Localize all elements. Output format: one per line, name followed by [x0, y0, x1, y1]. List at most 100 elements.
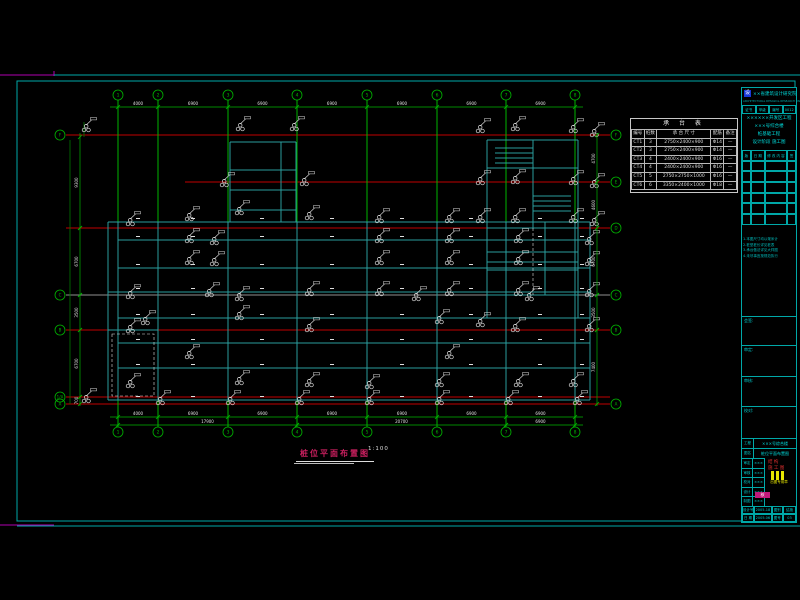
beam-tag-mark [330, 364, 334, 365]
axis-bubble-label: B [59, 328, 62, 333]
dim-text: 20700 [395, 419, 408, 424]
pile-label-box [91, 118, 97, 120]
revision-row [742, 214, 796, 225]
pile-leader [214, 254, 219, 259]
pile-symbol [476, 313, 490, 327]
pile-label-box [454, 282, 460, 284]
pile-symbol [185, 345, 199, 359]
axis-bubble-label: 4 [296, 430, 299, 436]
pile-circle [417, 297, 421, 301]
pile-label-box [384, 251, 390, 253]
pile-label-box [444, 391, 450, 393]
pile-circle [440, 383, 444, 387]
pile-leader [304, 174, 309, 179]
pile-circle [240, 211, 244, 215]
pile-symbol [445, 229, 459, 243]
pile-leader [515, 119, 520, 124]
axis-bubble-label: F [59, 133, 62, 138]
revision-row: 版日 期修 改 内 容签名 [742, 150, 796, 161]
drawing-title: 桩位平面布置图 1:100 [296, 441, 374, 464]
axis-bubble-label: D [614, 226, 617, 231]
pile-leader [573, 375, 578, 380]
pile-leader [480, 121, 485, 126]
pile-symbol [185, 229, 199, 243]
revision-cell [765, 182, 787, 193]
pile-leader [449, 284, 454, 289]
pile-circle [585, 262, 589, 266]
drawing-title-rule [294, 463, 354, 464]
revision-cell [742, 214, 751, 225]
pile-symbol [569, 209, 583, 223]
revision-cell: 签名 [787, 150, 796, 161]
pile-leader [189, 209, 194, 214]
pile-circle [126, 295, 130, 299]
issue-stamp-text: 出图专用章 [768, 480, 790, 485]
revision-table: 版日 期修 改 内 容签名 [742, 150, 796, 236]
firm-name-en: ARCHITECTURAL DESIGN & RESEARCH INSTITUT… [743, 99, 800, 103]
pile-label-box [599, 174, 605, 176]
pile-circle [210, 241, 214, 245]
pile-label-box [135, 319, 141, 321]
dim-text: 6900 [257, 411, 268, 416]
pile-circle [290, 127, 294, 131]
pile-leader [86, 120, 91, 125]
pile-leader [209, 285, 214, 290]
pile-label-box [594, 283, 600, 285]
sheet-grid-cell: 图别 [772, 506, 783, 514]
pile-leader [449, 231, 454, 236]
check-tag: 核 [755, 492, 770, 498]
pile-circle [82, 399, 86, 403]
project-line: ×××号综合楼 [742, 123, 796, 131]
axis-bubble-label: 8 [574, 93, 577, 99]
pile-symbol [569, 119, 583, 133]
pile-leader [145, 313, 150, 318]
pile-circle [375, 261, 379, 265]
pile-symbol [210, 252, 224, 266]
beam-tag-mark [330, 236, 334, 237]
beam-tag-mark [538, 364, 542, 365]
beam-tag-mark [469, 314, 473, 315]
pile-cap-schedule-table: 承 台 表 编号桩数承 台 尺 寸配筋备注CT132750×2400×900Φ1… [630, 118, 738, 193]
beam-tag-mark [400, 264, 404, 265]
beam-tag-mark [330, 339, 334, 340]
pile-circle [595, 222, 599, 226]
revision-cell [751, 193, 765, 204]
pile-circle [569, 383, 573, 387]
pile-label-box [244, 371, 250, 373]
revision-cell [751, 161, 765, 172]
schedule-header: 承 台 尺 寸 [657, 130, 711, 139]
schedule-header: 备注 [724, 130, 737, 139]
beam-tag-mark [136, 339, 140, 340]
schedule-header: 配筋 [711, 130, 724, 139]
schedule-cell: 4 [644, 164, 657, 173]
beam-tag-mark [538, 396, 542, 397]
project-line: 设计阶段 施工图 [742, 139, 796, 147]
beam-tag-mark [469, 264, 473, 265]
pile-label-box [454, 345, 460, 347]
pile-leader [309, 284, 314, 289]
beam-tag-mark [580, 264, 584, 265]
pile-label-box [214, 283, 220, 285]
beam-tag-mark [191, 339, 195, 340]
pile-circle [370, 385, 374, 389]
beam-tag-mark [330, 264, 334, 265]
dim-text: 6900 [397, 411, 408, 416]
schedule-cell: — [724, 164, 737, 173]
schedule-cell: Φ16 [711, 164, 724, 173]
pile-circle [440, 320, 444, 324]
cad-canvas[interactable]: 4000690069006900690069006900400069006900… [0, 0, 800, 600]
pile-symbol [126, 319, 140, 333]
pile-symbol [476, 171, 490, 185]
beam-tag-mark [469, 339, 473, 340]
drawing-scale: 1:100 [368, 446, 389, 452]
axis-bubble-label: 4 [296, 93, 299, 99]
pile-circle [450, 355, 454, 359]
pile-label-box [194, 229, 200, 231]
axis-bubble-label: 5 [366, 93, 369, 99]
drawing-title-text: 桩位平面布置图 [296, 448, 374, 462]
dim-text: 4600 [591, 199, 596, 210]
schedule-cell: Φ14 [711, 147, 724, 156]
beam-tag-mark [136, 236, 140, 237]
schedule-cell: 3 [644, 147, 657, 156]
axis-bubble-label: C [59, 293, 62, 298]
